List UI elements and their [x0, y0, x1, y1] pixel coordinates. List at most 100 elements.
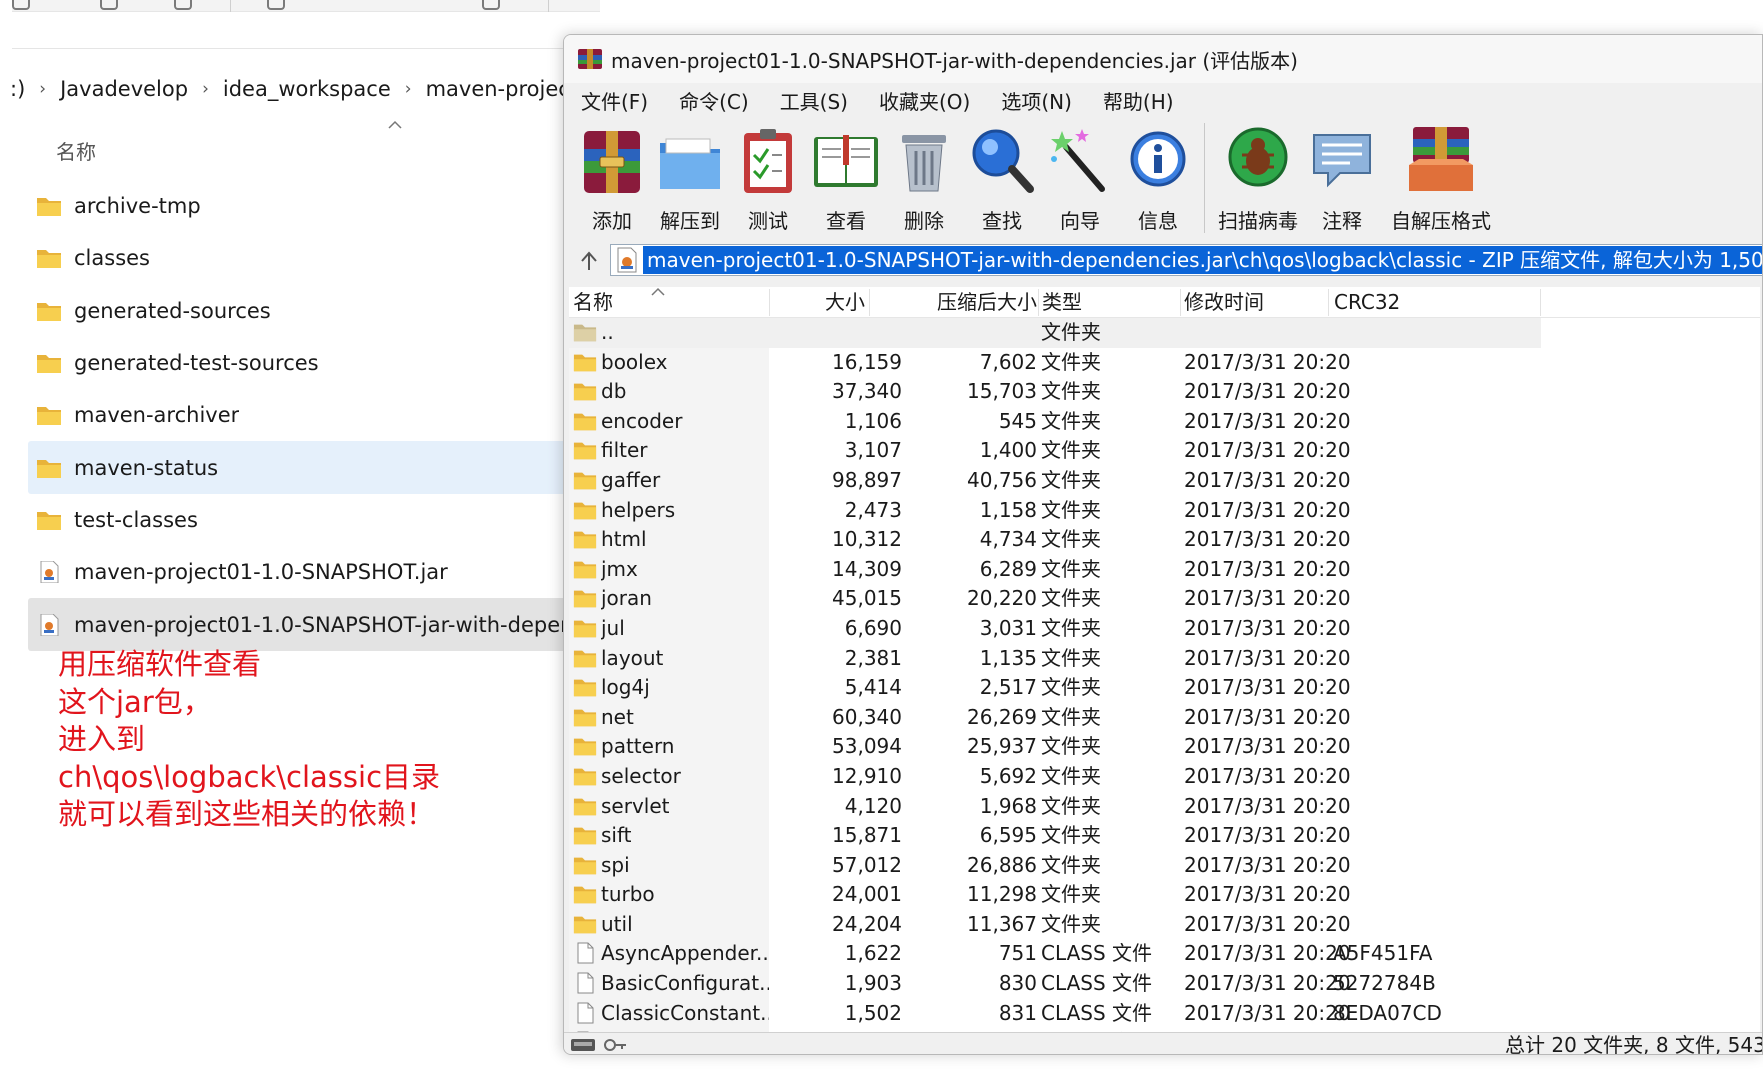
breadcrumb-item[interactable]: :): [10, 77, 25, 101]
cell-type: CLASS 文件: [1041, 1000, 1152, 1025]
folder-icon: [573, 590, 597, 608]
find-button[interactable]: 查找: [960, 117, 1044, 239]
cell-type: 文件夹: [1041, 320, 1101, 344]
explorer-list-item[interactable]: maven-archiver: [28, 389, 600, 441]
table-row[interactable]: ClassicConstant... 1,502 831 CLASS 文件 2017/3…: [569, 999, 1541, 1029]
toolbar-icon[interactable]: [482, 0, 500, 10]
column-divider: [1540, 289, 1541, 316]
cell-size: 4,120: [844, 793, 902, 818]
table-row[interactable]: log4j 5,414 2,517 文件夹 2017/3/31 20:20: [569, 673, 1541, 703]
cell-type: 文件夹: [1041, 852, 1101, 877]
cell-name: layout: [601, 645, 664, 670]
item-name: test-classes: [74, 507, 198, 532]
table-row[interactable]: jul 6,690 3,031 文件夹 2017/3/31 20:20: [569, 614, 1541, 644]
add-button[interactable]: 添加: [570, 117, 654, 239]
table-row[interactable]: sift 15,871 6,595 文件夹 2017/3/31 20:20: [569, 821, 1541, 851]
path-text[interactable]: maven-project01-1.0-SNAPSHOT-jar-with-de…: [643, 246, 1762, 274]
column-header-type[interactable]: 类型: [1042, 287, 1082, 318]
table-row[interactable]: joran 45,015 20,220 文件夹 2017/3/31 20:20: [569, 584, 1541, 614]
folder-icon: [573, 620, 597, 638]
table-row[interactable]: helpers 2,473 1,158 文件夹 2017/3/31 20:20: [569, 496, 1541, 526]
column-header-modified[interactable]: 修改时间: [1184, 287, 1264, 318]
table-row[interactable]: selector 12,910 5,692 文件夹 2017/3/31 20:20: [569, 762, 1541, 792]
path-field[interactable]: maven-project01-1.0-SNAPSHOT-jar-with-de…: [610, 244, 1762, 276]
cell-name: turbo: [601, 882, 655, 907]
folder-icon: [573, 502, 597, 519]
table-row[interactable]: turbo 24,001 11,298 文件夹 2017/3/31 20:20: [569, 880, 1541, 910]
menu-item[interactable]: 命令(C): [675, 84, 753, 117]
cell-size: 24,204: [832, 911, 902, 936]
column-header-name[interactable]: 名称: [573, 287, 613, 318]
cell-modified: 2017/3/31 20:20: [1184, 852, 1351, 877]
table-row[interactable]: filter 3,107 1,400 文件夹 2017/3/31 20:20: [569, 436, 1541, 466]
explorer-list-item[interactable]: classes: [28, 232, 600, 284]
delete-button[interactable]: 删除: [882, 117, 966, 239]
cell-size: 60,340: [832, 704, 902, 729]
toolbar-divider: [1204, 123, 1205, 233]
cell-name: joran: [601, 586, 652, 611]
breadcrumb-item[interactable]: idea_workspace: [223, 77, 391, 101]
cell-size: 1,622: [844, 941, 902, 966]
table-row[interactable]: spi 57,012 26,886 文件夹 2017/3/31 20:20: [569, 851, 1541, 881]
table-row[interactable]: util 24,204 11,367 文件夹 2017/3/31 20:20: [569, 910, 1541, 940]
toolbar-icon[interactable]: [267, 0, 285, 10]
sfx-button[interactable]: 自解压格式: [1382, 117, 1500, 239]
virus-scan-button[interactable]: 扫描病毒: [1208, 117, 1308, 239]
menu-item[interactable]: 收藏夹(O): [875, 84, 974, 117]
table-row[interactable]: gaffer 98,897 40,756 文件夹 2017/3/31 20:20: [569, 466, 1541, 496]
folder-icon: [573, 679, 597, 697]
explorer-list-item[interactable]: maven-project01-1.0-SNAPSHOT.jar: [28, 546, 600, 598]
cell-name: spi: [601, 852, 630, 877]
cell-modified: 2017/3/31 20:20: [1184, 408, 1351, 433]
column-header-name[interactable]: 名称: [56, 136, 96, 165]
cell-type: 文件夹: [1041, 823, 1101, 848]
cell-type: 文件夹: [1041, 704, 1101, 729]
cell-size: 15,871: [832, 823, 902, 848]
table-row[interactable]: encoder 1,106 545 文件夹 2017/3/31 20:20: [569, 407, 1541, 437]
menu-item[interactable]: 选项(N): [997, 84, 1076, 117]
table-row[interactable]: db 37,340 15,703 文件夹 2017/3/31 20:20: [569, 377, 1541, 407]
column-header-crc[interactable]: CRC32: [1334, 287, 1400, 318]
comment-button[interactable]: 注释: [1300, 117, 1384, 239]
explorer-list-item[interactable]: maven-status: [28, 441, 600, 494]
info-button[interactable]: 信息: [1116, 117, 1200, 239]
menu-item[interactable]: 工具(S): [776, 84, 852, 117]
toolbar-icon[interactable]: [12, 0, 30, 10]
cell-packed-size: 751: [998, 941, 1037, 966]
menu-item[interactable]: 帮助(H): [1099, 84, 1178, 117]
cell-packed-size: 1,135: [979, 645, 1037, 670]
table-row[interactable]: boolex 16,159 7,602 文件夹 2017/3/31 20:20: [569, 348, 1541, 378]
annotation-line: 就可以看到这些相关的依赖！: [58, 797, 436, 831]
table-row[interactable]: net 60,340 26,269 文件夹 2017/3/31 20:20: [569, 703, 1541, 733]
breadcrumb-item[interactable]: Javadevelop: [60, 77, 188, 101]
up-one-level-button[interactable]: [574, 245, 604, 277]
column-header-size[interactable]: 大小: [769, 287, 865, 318]
test-button[interactable]: 测试: [726, 117, 810, 239]
view-button[interactable]: 查看: [804, 117, 888, 239]
explorer-list-item[interactable]: generated-sources: [28, 285, 600, 337]
explorer-list-item[interactable]: archive-tmp: [28, 180, 600, 232]
folder-icon: [573, 886, 597, 904]
table-row[interactable]: servlet 4,120 1,968 文件夹 2017/3/31 20:20: [569, 792, 1541, 822]
wizard-button[interactable]: 向导: [1038, 117, 1122, 239]
table-row[interactable]: layout 2,381 1,135 文件夹 2017/3/31 20:20: [569, 644, 1541, 674]
table-row[interactable]: pattern 53,094 25,937 文件夹 2017/3/31 20:20: [569, 732, 1541, 762]
table-row[interactable]: html 10,312 4,734 文件夹 2017/3/31 20:20: [569, 525, 1541, 555]
table-row[interactable]: BasicConfigurat... 1,903 830 CLASS 文件 2017/3…: [569, 969, 1541, 999]
status-summary: 总计 20 文件夹, 8 文件, 543: [1505, 1033, 1763, 1055]
explorer-toolbar-strip: [12, 0, 600, 12]
explorer-list-item[interactable]: generated-test-sources: [28, 337, 600, 389]
cell-modified: 2017/3/31 20:20: [1184, 467, 1351, 492]
explorer-list-item[interactable]: maven-project01-1.0-SNAPSHOT-jar-with-de…: [28, 598, 600, 651]
menu-item[interactable]: 文件(F): [577, 84, 652, 117]
table-row[interactable]: .. 文件夹: [569, 318, 1541, 348]
toolbar-icon[interactable]: [100, 0, 118, 10]
folder-icon: [573, 561, 597, 578]
table-row[interactable]: AsyncAppender... 1,622 751 CLASS 文件 2017/3/3…: [569, 939, 1541, 969]
explorer-list-item[interactable]: test-classes: [28, 494, 600, 546]
cell-packed-size: 26,269: [967, 704, 1037, 729]
table-row[interactable]: jmx 14,309 6,289 文件夹 2017/3/31 20:20: [569, 555, 1541, 585]
toolbar-icon[interactable]: [174, 0, 192, 10]
column-header-packed[interactable]: 压缩后大小: [869, 287, 1037, 318]
extract-to-button[interactable]: 解压到: [648, 117, 732, 239]
